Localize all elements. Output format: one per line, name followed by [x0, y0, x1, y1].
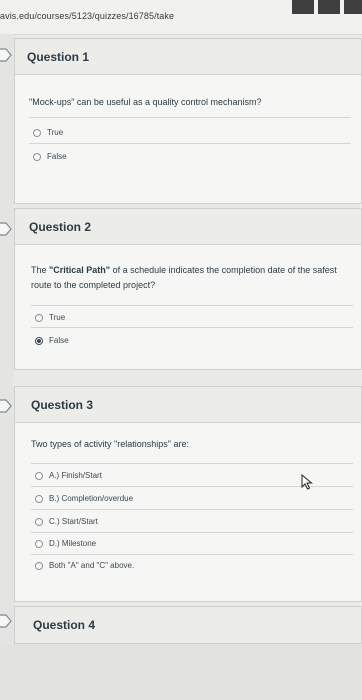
answer-option[interactable]: B.) Completion/overdue: [35, 494, 133, 503]
radio-button-selected[interactable]: [35, 336, 43, 345]
question-title: Question 2: [29, 219, 92, 234]
browser-control-icon[interactable]: [318, 0, 340, 14]
question-text-part: The: [31, 265, 50, 275]
question-text: "Mock-ups" can be useful as a quality co…: [29, 97, 262, 107]
url-text[interactable]: avis.edu/courses/5123/quizzes/16785/take: [0, 11, 174, 21]
answer-option[interactable]: Both "A" and "C" above.: [35, 561, 134, 570]
question-title: Question 4: [33, 618, 96, 632]
question-card: Question 2 The "Critical Path" of a sche…: [14, 208, 362, 370]
divider: [31, 463, 353, 464]
question-card: Question 1 "Mock-ups" can be useful as a…: [14, 38, 362, 204]
browser-control-icon[interactable]: [344, 0, 362, 14]
radio-button[interactable]: [35, 494, 43, 503]
question-header: Question 1: [15, 39, 361, 75]
question-card: Question 4: [14, 606, 362, 644]
radio-button[interactable]: [35, 471, 43, 480]
answer-option[interactable]: False: [33, 152, 67, 161]
divider: [29, 143, 351, 144]
answer-option[interactable]: D.) Milestone: [35, 539, 96, 548]
answer-option[interactable]: True: [35, 313, 65, 322]
question-text-part: of a schedule indicates the completion d…: [110, 265, 337, 275]
question-header: Question 4: [15, 607, 361, 643]
question-title: Question 3: [31, 397, 94, 412]
left-gutter: [0, 34, 14, 700]
question-header: Question 3: [15, 387, 361, 423]
answer-option[interactable]: A.) Finish/Start: [35, 471, 102, 480]
question-text: Two types of activity "relationships" ar…: [31, 439, 189, 449]
radio-button[interactable]: [33, 152, 41, 161]
answer-label: True: [49, 313, 66, 322]
radio-button[interactable]: [33, 128, 41, 137]
radio-button[interactable]: [35, 313, 43, 322]
divider: [31, 305, 353, 306]
answer-label: C.) Start/Start: [49, 517, 98, 526]
radio-button[interactable]: [35, 517, 43, 526]
divider: [31, 509, 353, 510]
divider: [31, 532, 353, 533]
answer-label: False: [49, 336, 69, 345]
divider: [31, 327, 353, 328]
answer-option[interactable]: False: [35, 336, 69, 345]
answer-label: True: [47, 128, 64, 137]
mouse-pointer-icon: [301, 474, 313, 490]
flag-icon[interactable]: [0, 399, 12, 413]
browser-bar: avis.edu/courses/5123/quizzes/16785/take: [0, 0, 362, 35]
answer-label: B.) Completion/overdue: [49, 494, 134, 503]
flag-icon[interactable]: [0, 614, 12, 628]
answer-label: A.) Finish/Start: [49, 471, 102, 480]
browser-control-icon[interactable]: [292, 0, 314, 14]
divider: [29, 117, 351, 118]
answer-label: False: [47, 152, 67, 161]
divider: [31, 554, 353, 555]
question-text-part: route to the completed project?: [31, 280, 156, 290]
answer-label: Both "A" and "C" above.: [49, 561, 135, 570]
radio-button[interactable]: [35, 539, 43, 548]
question-text-emphasis: "Critical Path": [49, 265, 111, 275]
question-text: The "Critical Path" of a schedule indica…: [31, 263, 361, 293]
answer-label: D.) Milestone: [49, 539, 97, 548]
flag-icon[interactable]: [0, 222, 12, 236]
radio-button[interactable]: [35, 561, 43, 570]
answer-option[interactable]: True: [33, 128, 63, 137]
question-card: Question 3 Two types of activity "relati…: [14, 386, 362, 602]
question-title: Question 1: [27, 49, 90, 64]
flag-icon[interactable]: [0, 48, 12, 62]
answer-option[interactable]: C.) Start/Start: [35, 517, 98, 526]
question-header: Question 2: [15, 209, 361, 245]
page-bottom-area: [0, 644, 362, 700]
